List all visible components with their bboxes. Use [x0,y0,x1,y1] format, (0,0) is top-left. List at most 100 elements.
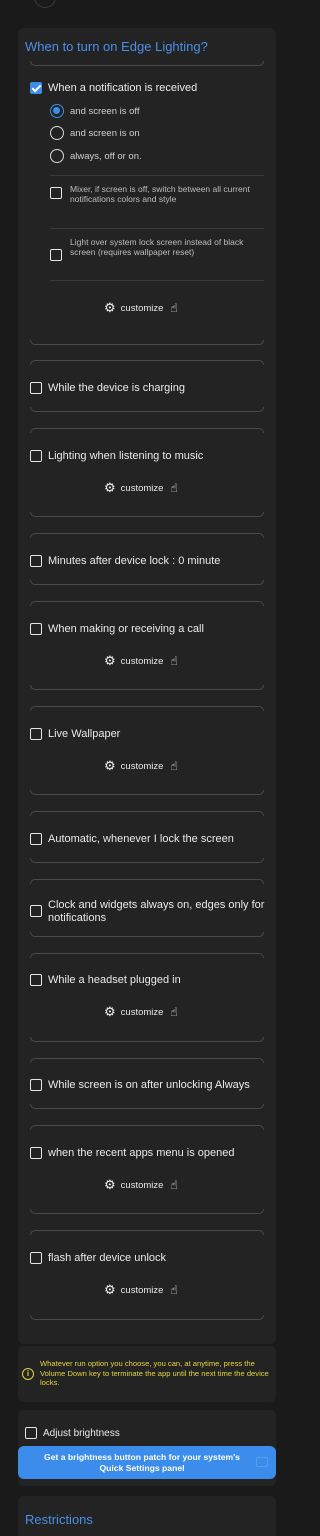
pointer-hand-icon: ☝ [170,654,178,668]
divider [30,811,264,816]
brightness-patch-label: Get a brightness button patch for your s… [44,1451,240,1473]
divider [30,340,264,345]
trigger-checkbox[interactable] [30,833,42,845]
pointer-hand-icon: ☝ [170,1283,178,1297]
divider [30,1315,264,1320]
pointer-hand-icon: ☝ [170,1178,178,1192]
customize-label: customize [120,1284,164,1296]
divider [30,879,264,884]
divider [30,953,264,958]
divider [30,1230,264,1235]
customize-label: customize [120,302,164,314]
gear-icon: ⚙ [104,653,116,668]
customize-button[interactable]: ⚙ customize ☝ [104,653,178,668]
trigger-checkbox[interactable] [30,728,42,740]
trigger-minutes-row[interactable]: Minutes after device lock : 0 minute [30,555,220,568]
trigger-recent-apps-row[interactable]: when the recent apps menu is opened [30,1147,235,1160]
divider [30,61,264,66]
divider [30,601,264,606]
notification-checkbox-row[interactable]: When a notification is received [30,82,197,95]
brightness-patch-button[interactable]: Get a brightness button patch for your s… [18,1446,276,1479]
trigger-checkbox[interactable] [30,382,42,394]
divider [30,580,264,585]
customize-button[interactable]: ⚙ customize ☝ [104,301,178,315]
gear-icon: ⚙ [104,1177,116,1192]
divider [30,1209,264,1214]
divider [30,1037,264,1042]
toggle-icon [256,1457,268,1467]
trigger-checkbox[interactable] [30,1079,42,1091]
divider [30,428,264,433]
divider [30,533,264,538]
trigger-checkbox[interactable] [30,974,42,986]
customize-button[interactable]: ⚙ customize ☝ [104,758,178,773]
adjust-brightness-checkbox[interactable] [25,1427,37,1439]
radio-label: and screen is off [70,105,140,117]
trigger-checkbox[interactable] [30,905,42,917]
divider [30,360,264,365]
customize-button[interactable]: ⚙ customize ☝ [104,481,178,495]
trigger-music-row[interactable]: Lighting when listening to music [30,450,203,463]
trigger-screen-on-row[interactable]: While screen is on after unlocking Alway… [30,1079,250,1092]
trigger-live-wallpaper-row[interactable]: Live Wallpaper [30,728,120,741]
trigger-charging-row[interactable]: While the device is charging [30,382,185,395]
customize-button[interactable]: ⚙ customize ☝ [104,1283,178,1297]
trigger-checkbox[interactable] [30,555,42,567]
trigger-headset-row[interactable]: While a headset plugged in [30,974,181,987]
divider [30,1104,264,1109]
lockscreen-label: Light over system lock screen instead of… [70,237,244,257]
pointer-hand-icon: ☝ [170,301,178,315]
trigger-checkbox[interactable] [30,450,42,462]
pointer-hand-icon: ☝ [170,481,178,495]
mixer-checkbox[interactable] [50,187,62,199]
radio-label: and screen is on [70,127,140,139]
pointer-hand-icon: ☝ [170,1005,178,1019]
gear-icon: ⚙ [104,758,116,773]
gear-icon: ⚙ [104,1004,116,1019]
trigger-flash-unlock-row[interactable]: flash after device unlock [30,1252,166,1265]
customize-button[interactable]: ⚙ customize ☝ [104,1004,178,1019]
customize-button[interactable]: ⚙ customize ☝ [104,1177,178,1192]
trigger-call-row[interactable]: When making or receiving a call [30,623,204,636]
customize-label: customize [120,1006,164,1018]
radio-button-selected[interactable] [50,104,64,118]
trigger-label: Lighting when listening to music [48,450,204,462]
trigger-label: While the device is charging [48,382,185,394]
notification-checkbox[interactable] [30,82,42,94]
adjust-brightness-row[interactable]: Adjust brightness [25,1427,120,1440]
trigger-label: Minutes after device lock : 0 minute [48,555,221,567]
mixer-checkbox-row[interactable]: Mixer, if screen is off, switch between … [50,184,252,204]
top-scroll-indicator [34,0,56,8]
trigger-checkbox[interactable] [30,623,42,635]
mixer-label: Mixer, if screen is off, switch between … [70,184,250,204]
customize-label: customize [120,655,164,667]
trigger-auto-lock-row[interactable]: Automatic, whenever I lock the screen [30,833,234,846]
radio-button[interactable] [50,149,64,163]
trigger-label: Automatic, whenever I lock the screen [48,833,234,845]
info-icon: i [22,1368,34,1380]
divider [50,228,264,229]
radio-always[interactable]: always, off or on. [50,149,142,163]
trigger-label: when the recent apps menu is opened [48,1147,235,1159]
trigger-checkbox[interactable] [30,1147,42,1159]
radio-button[interactable] [50,126,64,140]
divider [30,1125,264,1130]
lockscreen-checkbox[interactable] [50,249,62,261]
divider [30,706,264,711]
notification-label: When a notification is received [48,82,198,94]
divider [30,858,264,863]
radio-screen-on[interactable]: and screen is on [50,126,140,140]
lockscreen-checkbox-row[interactable]: Light over system lock screen instead of… [50,237,252,261]
trigger-label: While screen is on after unlocking Alway… [48,1079,250,1091]
customize-label: customize [120,482,164,494]
restrictions-title[interactable]: Restrictions [25,1512,93,1527]
divider [30,790,264,795]
trigger-label: Clock and widgets always on, edges only … [48,899,265,924]
trigger-label: flash after device unlock [48,1252,167,1264]
radio-screen-off[interactable]: and screen is off [50,104,140,118]
trigger-checkbox[interactable] [30,1252,42,1264]
radio-label: always, off or on. [70,150,142,162]
trigger-label: While a headset plugged in [48,974,181,986]
divider [30,685,264,690]
trigger-clock-widgets-row[interactable]: Clock and widgets always on, edges only … [30,899,266,925]
